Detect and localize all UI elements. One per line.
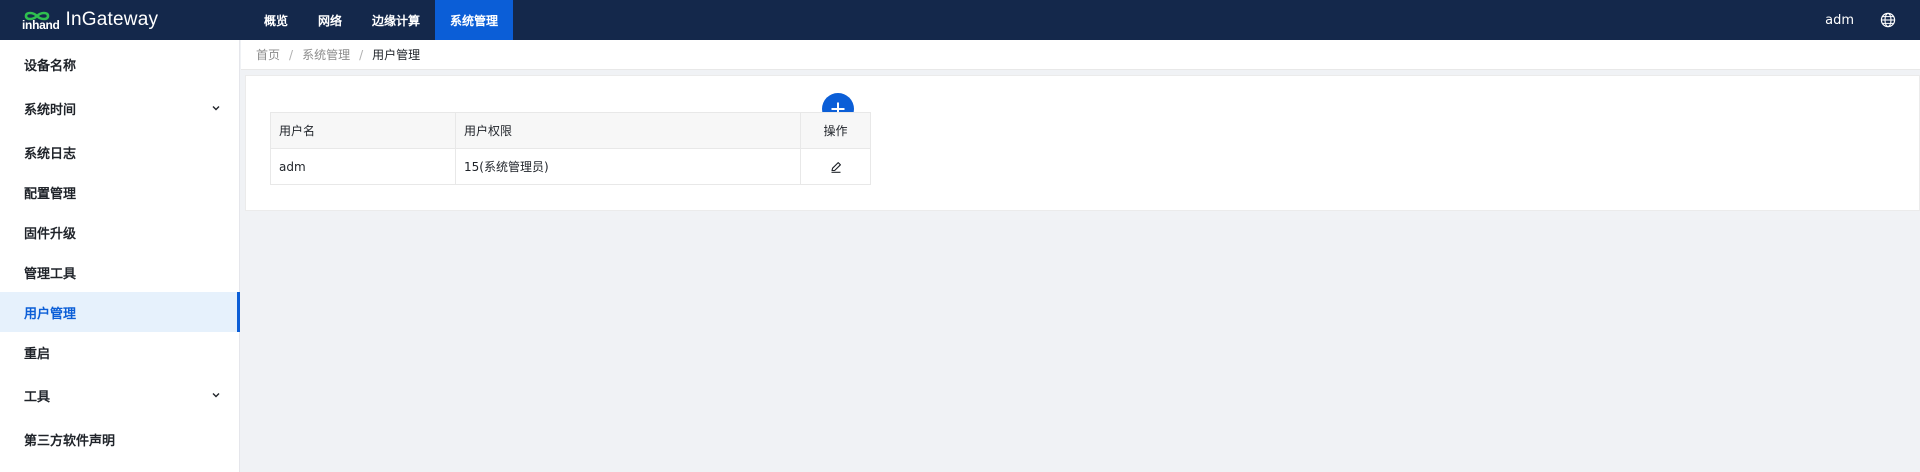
logo-text: inhand [22,17,60,32]
cell-permission: 15(系统管理员) [455,148,801,185]
sidebar-item-label: 工具 [24,389,51,405]
sidebar-item-label: 配置管理 [24,186,77,202]
sidebar-item-reboot[interactable]: 重启 [0,332,240,372]
sidebar-item-firmware-upgrade[interactable]: 固件升级 [0,212,240,252]
breadcrumb-current: 用户管理 [372,48,421,62]
sidebar-item-label: 设备名称 [24,58,77,74]
brand-logo[interactable]: inhand InGateway [0,0,240,40]
top-bar: inhand InGateway 概览 网络 边缘计算 系统管理 adm [0,0,1920,40]
sidebar-item-user-management[interactable]: 用户管理 [0,292,240,332]
breadcrumb-system-management[interactable]: 系统管理 [302,46,350,63]
inhand-logo: inhand [22,10,60,31]
sidebar-item-admin-tools[interactable]: 管理工具 [0,252,240,292]
user-table-card: 用户名 用户权限 操作 adm 15(系统管理员) [245,75,1920,211]
sidebar-item-system-time[interactable]: 系统时间 [0,88,240,128]
table-row: adm 15(系统管理员) [270,148,871,185]
breadcrumb-separator: / [289,47,294,62]
sidebar-item-config-management[interactable]: 配置管理 [0,172,240,212]
sidebar-item-system-log[interactable]: 系统日志 [0,132,240,172]
header-right: adm [1825,0,1920,40]
globe-icon[interactable] [1878,10,1898,30]
user-menu[interactable]: adm [1825,13,1854,28]
sidebar-item-label: 用户管理 [24,306,77,322]
nav-system-management[interactable]: 系统管理 [435,0,514,40]
nav-overview[interactable]: 概览 [249,0,303,40]
product-name: InGateway [65,9,159,30]
breadcrumb-home[interactable]: 首页 [256,46,280,63]
main-nav: 概览 网络 边缘计算 系统管理 [249,0,514,40]
sidebar-item-tools[interactable]: 工具 [0,375,240,415]
edit-icon[interactable] [829,160,843,174]
breadcrumb: 首页 / 系统管理 / 用户管理 [241,40,1920,70]
breadcrumb-separator: / [359,47,364,62]
users-table: 用户名 用户权限 操作 adm 15(系统管理员) [270,112,871,185]
sidebar-item-label: 管理工具 [24,266,77,282]
sidebar-item-label: 系统时间 [24,102,77,118]
cell-actions [800,148,871,185]
table-header-row: 用户名 用户权限 操作 [270,112,871,149]
cell-username: adm [270,148,456,185]
sidebar: 设备名称 系统时间 系统日志 配置管理 固件升级 管理工具 用户管理 重启 工具… [0,40,240,472]
sidebar-item-label: 第三方软件声明 [24,433,116,449]
sidebar-item-third-party-notice[interactable]: 第三方软件声明 [0,419,240,459]
sidebar-item-label: 固件升级 [24,226,77,242]
nav-edge-computing[interactable]: 边缘计算 [357,0,435,40]
column-header-actions: 操作 [800,112,871,149]
sidebar-item-label: 系统日志 [24,146,77,162]
sidebar-item-label: 重启 [24,346,51,362]
chevron-down-icon [212,393,220,398]
nav-network[interactable]: 网络 [303,0,357,40]
sidebar-item-device-name[interactable]: 设备名称 [0,44,240,84]
column-header-username: 用户名 [270,112,456,149]
chevron-down-icon [212,106,220,111]
column-header-permission: 用户权限 [455,112,801,149]
